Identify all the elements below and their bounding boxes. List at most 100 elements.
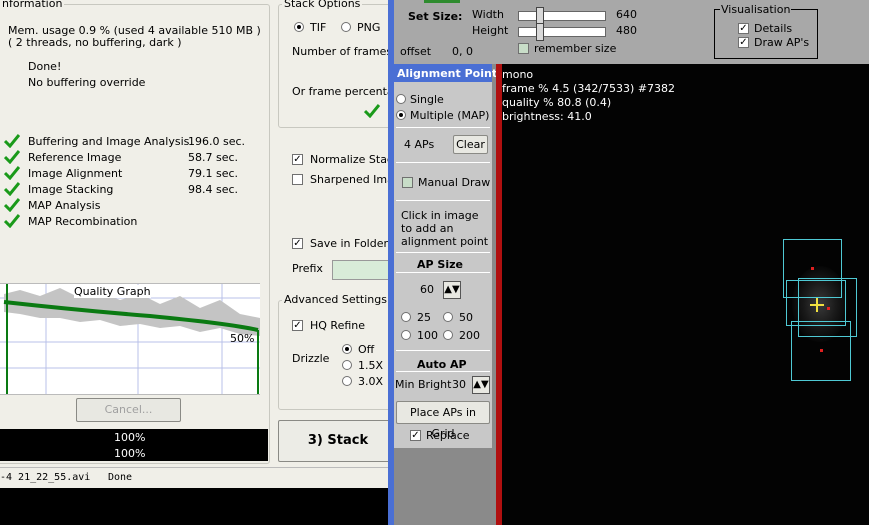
replace-checkbox[interactable]: ✓ — [410, 430, 421, 441]
step-check-icon — [4, 166, 20, 180]
step-check-icon — [4, 198, 20, 212]
progress-2-text: 100% — [114, 447, 146, 460]
tif-radio[interactable] — [294, 22, 304, 32]
drizzle-15-label: 1.5X — [358, 359, 384, 372]
prefix-input[interactable] — [332, 260, 394, 280]
ap-divider-7 — [396, 371, 490, 372]
step-label: Buffering and Image Analysis — [28, 135, 190, 148]
png-label: PNG — [357, 21, 381, 34]
offset-label: offset — [400, 45, 432, 58]
clear-button[interactable]: Clear — [453, 135, 488, 154]
ap-size-25-radio[interactable] — [401, 312, 411, 322]
stack-button[interactable]: 3) Stack — [278, 420, 398, 462]
threads-text: ( 2 threads, no buffering, dark ) — [8, 36, 182, 49]
done-text: Done! — [28, 60, 62, 73]
viewer-mode-text: mono — [502, 68, 534, 81]
ap-count-label: 4 APs — [404, 138, 435, 151]
normalize-stack-checkbox[interactable]: ✓ — [292, 154, 303, 165]
ap-size-spinner[interactable]: ▲▼ — [443, 281, 461, 299]
alignment-point-dot — [827, 307, 830, 310]
step-check-icon — [4, 182, 20, 196]
alignment-point-dot — [820, 349, 823, 352]
save-in-folders-checkbox[interactable]: ✓ — [292, 238, 303, 249]
min-bright-value: 30 — [452, 378, 466, 391]
status-filename: -4 21_22_55.avi — [0, 472, 91, 483]
progress-1-text: 100% — [114, 431, 146, 444]
offset-value: 0, 0 — [452, 45, 473, 58]
height-label: Height — [472, 24, 509, 37]
step-label: MAP Analysis — [28, 199, 101, 212]
min-bright-spinner[interactable]: ▲▼ — [472, 376, 490, 394]
ap-divider-4 — [396, 252, 490, 253]
width-value: 640 — [616, 8, 637, 21]
top-green-strip — [424, 0, 460, 3]
status-state: Done — [108, 472, 133, 483]
step-check-icon — [4, 134, 20, 148]
viewer-frame-text: frame % 4.5 (342/7533) #7382 — [502, 82, 676, 95]
normalize-stack-label: Normalize Stack — [310, 153, 400, 166]
details-label: Details — [754, 22, 793, 35]
hq-refine-label: HQ Refine — [310, 319, 366, 332]
tif-label: TIF — [310, 21, 327, 34]
ap-size-100-label: 100 — [417, 329, 438, 342]
alignment-points-title: Alignment Points — [397, 67, 504, 80]
ap-divider-1 — [396, 127, 490, 128]
manual-draw-checkbox[interactable] — [402, 177, 413, 188]
draw-aps-checkbox[interactable]: ✓ — [738, 37, 749, 48]
manual-draw-label: Manual Draw — [418, 176, 491, 189]
viewer-brightness-text: brightness: 41.0 — [502, 110, 592, 123]
ap-divider-2 — [396, 162, 490, 163]
step-label: Image Alignment — [28, 167, 123, 180]
details-checkbox[interactable]: ✓ — [738, 23, 749, 34]
width-slider[interactable] — [518, 11, 606, 21]
single-radio[interactable] — [396, 94, 406, 104]
ap-divider-3 — [396, 200, 490, 201]
cancel-button[interactable]: Cancel... — [76, 398, 181, 422]
place-aps-in-grid-button[interactable]: Place APs in Grid — [396, 401, 490, 440]
visualisation-title: Visualisation — [720, 3, 792, 16]
crosshair-icon — [810, 298, 824, 312]
height-slider-thumb[interactable] — [536, 23, 544, 41]
ap-size-200-radio[interactable] — [443, 330, 453, 340]
step-time: 58.7 sec. — [188, 151, 239, 164]
multiple-map-label: Multiple (MAP) — [410, 109, 490, 122]
png-radio[interactable] — [341, 22, 351, 32]
step-time: 98.4 sec. — [188, 183, 239, 196]
quality-graph-plot — [0, 284, 260, 394]
ap-divider-6 — [396, 350, 490, 351]
ap-size-50-label: 50 — [459, 311, 473, 324]
width-label: Width — [472, 8, 504, 21]
ap-hint-line-2: to add an — [401, 222, 454, 235]
stack-button-label: 3) Stack — [307, 433, 369, 448]
save-in-folders-label: Save in Folders — [310, 237, 394, 250]
ap-size-25-label: 25 — [417, 311, 431, 324]
set-size-label: Set Size: — [408, 10, 463, 23]
quality-graph-title: Quality Graph — [74, 285, 151, 298]
information-group-title: nformation — [0, 0, 65, 10]
drizzle-30-radio[interactable] — [342, 376, 352, 386]
quality-graph: Quality Graph 50% — [0, 283, 260, 395]
sharpened-image-checkbox[interactable] — [292, 174, 303, 185]
ap-size-value: 60 — [420, 283, 434, 296]
step-check-icon — [4, 150, 20, 164]
ap-size-50-radio[interactable] — [443, 312, 453, 322]
remember-size-checkbox[interactable] — [518, 43, 529, 54]
step-time: 196.0 sec. — [188, 135, 246, 148]
replace-label: Replace — [426, 429, 470, 442]
drizzle-label: Drizzle — [292, 352, 330, 365]
ap-size-100-radio[interactable] — [401, 330, 411, 340]
hq-refine-checkbox[interactable]: ✓ — [292, 320, 303, 331]
drizzle-off-radio[interactable] — [342, 344, 352, 354]
drizzle-30-label: 3.0X — [358, 375, 384, 388]
min-bright-label: Min Bright — [395, 378, 452, 391]
ap-size-200-label: 200 — [459, 329, 480, 342]
height-slider[interactable] — [518, 27, 606, 37]
step-label: MAP Recombination — [28, 215, 138, 228]
multiple-map-radio[interactable] — [396, 110, 406, 120]
auto-ap-title: Auto AP — [417, 358, 467, 371]
step-check-icon — [4, 214, 20, 228]
drizzle-15-radio[interactable] — [342, 360, 352, 370]
draw-aps-label: Draw AP's — [754, 36, 810, 49]
height-value: 480 — [616, 24, 637, 37]
ap-size-title: AP Size — [417, 258, 463, 271]
